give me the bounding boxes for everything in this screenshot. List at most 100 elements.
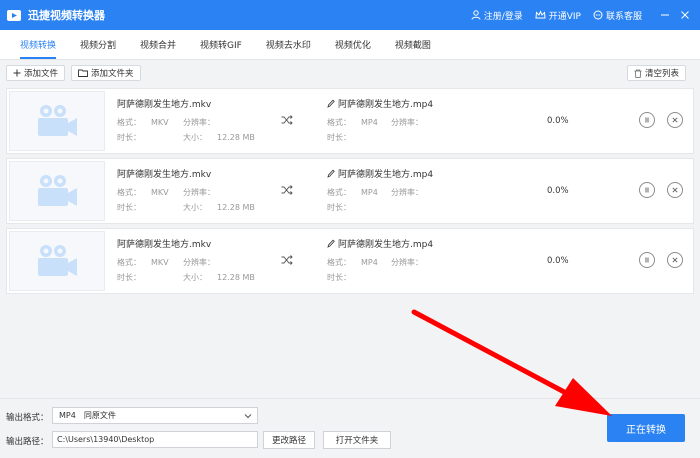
pause-button[interactable] [639, 182, 655, 198]
duration-label: 时长： [327, 133, 351, 142]
source-size: 大小： 12.28 MB [183, 202, 255, 213]
tab-video-to-gif[interactable]: 视频转GIF [188, 30, 254, 59]
resolution-label: 分辨率： [183, 118, 215, 127]
add-folder-button[interactable]: 添加文件夹 [71, 65, 141, 81]
source-duration: 时长： [117, 132, 141, 143]
tab-video-convert[interactable]: 视频转换 [8, 30, 68, 59]
duration-label: 时长： [117, 133, 141, 142]
tab-video-screenshot[interactable]: 视频截图 [383, 30, 443, 59]
source-file-name: 阿萨德刚发生地方.mkv [117, 240, 212, 250]
source-file-name: 阿萨德刚发生地方.mkv [117, 100, 212, 110]
tab-video-split[interactable]: 视频分割 [68, 30, 128, 59]
output-duration: 时长： [327, 202, 351, 213]
user-icon [471, 10, 481, 20]
video-camera-icon [38, 175, 77, 206]
progress-percent: 0.0% [547, 186, 569, 196]
add-file-label: 添加文件 [24, 69, 59, 79]
duration-label: 时长： [327, 273, 351, 282]
output-path-input[interactable] [52, 431, 258, 448]
pause-button[interactable] [639, 112, 655, 128]
tab-bar: 视频转换 视频分割 视频合并 视频转GIF 视频去水印 视频优化 视频截图 [0, 30, 700, 60]
video-camera-icon [38, 105, 77, 136]
toolbar: 添加文件 添加文件夹 清空列表 [0, 61, 700, 85]
size-label: 大小： [183, 203, 207, 212]
output-file-name[interactable]: 阿萨德刚发生地方.mp4 [327, 167, 433, 180]
output-format: 格式： MP4 [327, 257, 378, 268]
clear-list-label: 清空列表 [644, 69, 679, 79]
source-resolution: 分辨率： [183, 187, 215, 198]
format-value: MKV [151, 258, 169, 267]
output-file-name[interactable]: 阿萨德刚发生地方.mp4 [327, 97, 433, 110]
login-link[interactable]: 注册/登录 [471, 9, 523, 22]
source-format: 格式： MKV [117, 257, 169, 268]
output-format-quality: 同原文件 [83, 411, 116, 420]
login-label: 注册/登录 [483, 11, 523, 22]
minimize-icon [661, 14, 669, 16]
format-label: 格式： [327, 258, 351, 267]
close-button[interactable] [676, 6, 694, 24]
source-file-name: 阿萨德刚发生地方.mkv [117, 170, 212, 180]
file-row: 阿萨德刚发生地方.mkv 格式： MKV 分辨率： 时长： 大小： 12.28 MB… [6, 228, 694, 294]
close-icon [672, 257, 678, 263]
resolution-label: 分辨率： [183, 258, 215, 267]
output-duration: 时长： [327, 272, 351, 283]
tab-video-merge[interactable]: 视频合并 [128, 30, 188, 59]
video-thumbnail [9, 91, 105, 151]
output-format-select[interactable]: MP4 同原文件 [52, 407, 258, 424]
output-path-label: 输出路径： [6, 437, 49, 447]
output-duration: 时长： [327, 132, 351, 143]
progress-percent: 0.0% [547, 256, 569, 266]
size-value: 12.28 MB [217, 273, 255, 282]
vip-link[interactable]: 开通VIP [535, 9, 581, 22]
output-file-name-label: 阿萨德刚发生地方.mp4 [338, 240, 434, 250]
clear-list-button[interactable]: 清空列表 [626, 65, 686, 81]
tab-video-watermark[interactable]: 视频去水印 [254, 30, 323, 59]
format-label: 格式： [327, 188, 351, 197]
file-row: 阿萨德刚发生地方.mkv 格式： MKV 分辨率： 时长： 大小： 12.28 MB… [6, 88, 694, 154]
remove-button[interactable] [667, 112, 683, 128]
close-icon [672, 117, 678, 123]
close-icon [681, 11, 689, 19]
video-camera-icon [38, 245, 77, 276]
output-format-label: 输出格式： [6, 413, 49, 423]
size-value: 12.28 MB [217, 203, 255, 212]
service-link[interactable]: 联系客服 [593, 9, 642, 22]
tab-video-optimize[interactable]: 视频优化 [323, 30, 383, 59]
folder-icon [78, 69, 88, 77]
format-label: 格式： [117, 118, 141, 127]
vip-label: 开通VIP [548, 11, 581, 22]
format-value: MP4 [361, 118, 378, 127]
resolution-label: 分辨率： [391, 188, 423, 197]
change-path-button[interactable]: 更改路径 [263, 431, 315, 449]
resolution-label: 分辨率： [391, 258, 423, 267]
video-thumbnail [9, 161, 105, 221]
pause-button[interactable] [639, 252, 655, 268]
add-file-button[interactable]: 添加文件 [6, 65, 66, 81]
open-folder-button[interactable]: 打开文件夹 [323, 431, 391, 449]
service-label: 联系客服 [605, 11, 642, 22]
remove-button[interactable] [667, 252, 683, 268]
plus-icon [13, 69, 21, 77]
crown-icon [535, 10, 546, 19]
size-value: 12.28 MB [217, 133, 255, 142]
source-size: 大小： 12.28 MB [183, 132, 255, 143]
chevron-down-icon [244, 414, 252, 419]
app-logo-icon [7, 10, 21, 21]
file-row: 阿萨德刚发生地方.mkv 格式： MKV 分辨率： 时长： 大小： 12.28 MB… [6, 158, 694, 224]
format-label: 格式： [117, 188, 141, 197]
format-label: 格式： [327, 118, 351, 127]
edit-pencil-icon [327, 169, 335, 178]
output-format: 格式： MP4 [327, 117, 378, 128]
file-list: 阿萨德刚发生地方.mkv 格式： MKV 分辨率： 时长： 大小： 12.28 MB… [6, 88, 694, 298]
output-file-name[interactable]: 阿萨德刚发生地方.mp4 [327, 237, 433, 250]
pause-icon [645, 257, 649, 263]
convert-button[interactable]: 正在转换 [607, 414, 685, 442]
minimize-button[interactable] [656, 6, 674, 24]
bottom-bar: 输出格式： MP4 同原文件 输出路径： 更改路径 打开文件夹 [0, 398, 700, 458]
size-label: 大小： [183, 273, 207, 282]
remove-button[interactable] [667, 182, 683, 198]
resolution-label: 分辨率： [183, 188, 215, 197]
app-title: 迅捷视频转换器 [28, 9, 105, 22]
source-resolution: 分辨率： [183, 257, 215, 268]
edit-pencil-icon [327, 239, 335, 248]
